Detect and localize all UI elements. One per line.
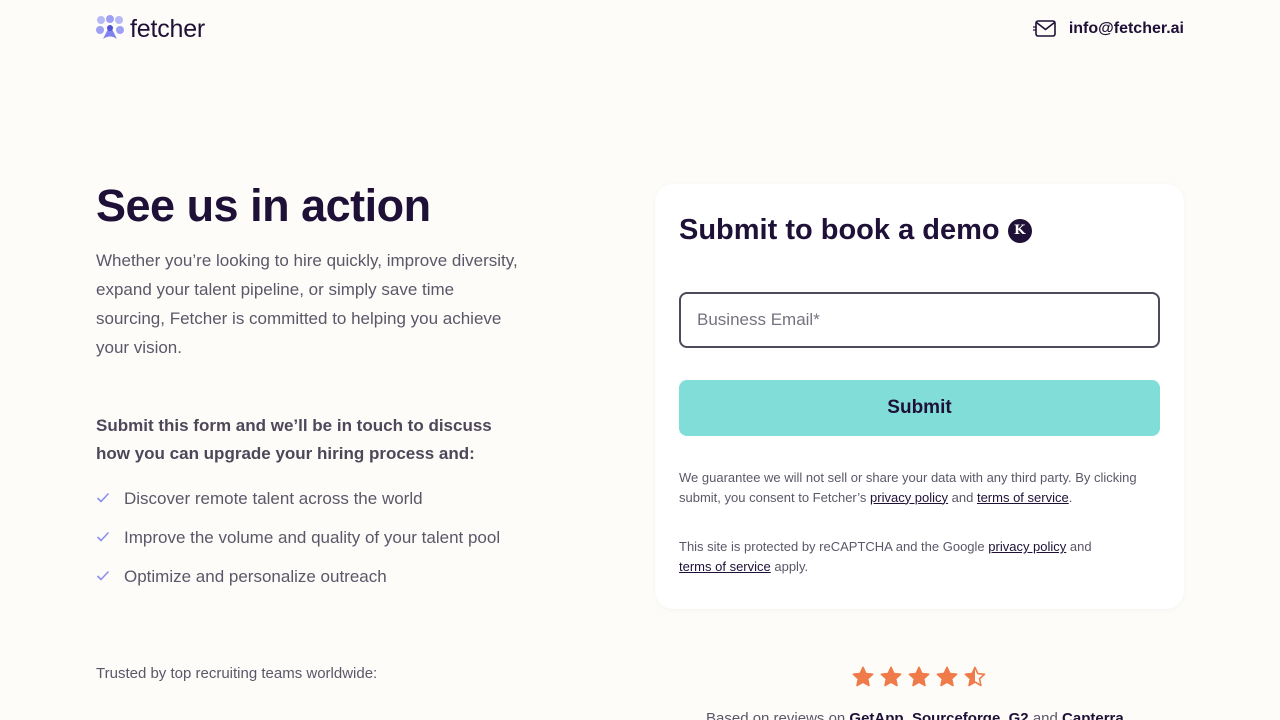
hero-description: Whether you’re looking to hire quickly, …: [96, 251, 518, 357]
star-full-icon: [852, 666, 874, 687]
star-half-icon: [964, 666, 986, 687]
fetcher-logo-icon: [96, 15, 124, 39]
form-title: Submit to book a demo K: [679, 214, 1032, 247]
form-intro: Submit this form and we’ll be in touch t…: [96, 416, 492, 463]
check-icon: [96, 570, 110, 581]
consent-period: .: [1068, 489, 1073, 505]
check-icon: [96, 531, 110, 542]
google-privacy-link[interactable]: privacy policy: [988, 539, 1066, 554]
reviews-separator: ,: [1000, 710, 1009, 720]
google-terms-link[interactable]: terms of service: [679, 559, 771, 574]
brand-logo[interactable]: fetcher: [96, 15, 205, 44]
brand-name: fetcher: [130, 14, 206, 43]
reviews-prefix: Based on reviews on: [706, 710, 850, 720]
review-source-g2[interactable]: G2: [1009, 710, 1029, 720]
reviews-separator: ,: [903, 710, 912, 720]
review-source-sourceforge[interactable]: Sourceforge: [912, 710, 1000, 720]
recaptcha-suffix: apply.: [770, 558, 809, 574]
benefit-item: Optimize and personalize outreach: [96, 562, 526, 591]
privacy-policy-link[interactable]: privacy policy: [870, 490, 948, 505]
demo-form-card: Submit to book a demo K Submit We guaran…: [655, 184, 1184, 609]
contact-email-text: info@fetcher.ai: [1068, 20, 1184, 37]
benefit-text: Discover remote talent across the world: [124, 489, 423, 508]
reviews-separator: and: [1028, 710, 1063, 720]
consent-and: and: [948, 489, 977, 505]
hero-section: See us in action Whether you’re looking …: [96, 180, 526, 601]
recaptcha-and: and: [1066, 539, 1092, 554]
review-source-capterra[interactable]: Capterra: [1062, 710, 1124, 720]
check-icon: [96, 492, 110, 503]
recaptcha-prefix: This site is protected by reCAPTCHA and …: [679, 539, 989, 554]
submit-button[interactable]: Submit: [679, 380, 1160, 436]
consent-text: We guarantee we will not sell or share y…: [679, 468, 1160, 507]
benefits-list: Discover remote talent across the world …: [96, 484, 526, 591]
star-full-icon: [908, 666, 930, 687]
benefit-text: Optimize and personalize outreach: [124, 567, 387, 586]
recaptcha-notice: This site is protected by reCAPTCHA and …: [679, 537, 1160, 576]
star-full-icon: [936, 666, 958, 687]
benefit-item: Discover remote talent across the world: [96, 484, 526, 513]
mail-icon: [1032, 20, 1056, 37]
terms-of-service-link[interactable]: terms of service: [977, 490, 1069, 505]
page-title: See us in action: [96, 180, 431, 231]
rating-stars: [852, 666, 986, 688]
benefit-item: Improve the volume and quality of your t…: [96, 523, 526, 552]
trusted-by-text: Trusted by top recruiting teams worldwid…: [96, 665, 378, 682]
benefit-text: Improve the volume and quality of your t…: [124, 528, 501, 547]
review-source-getapp[interactable]: GetApp: [849, 710, 903, 720]
form-title-text: Submit to book a demo: [679, 214, 1000, 246]
reviews-source-text: Based on reviews on GetApp, Sourceforge,…: [706, 710, 1124, 720]
star-full-icon: [880, 666, 902, 687]
business-email-field[interactable]: [679, 292, 1160, 348]
site-header: fetcher info@fetcher.ai: [96, 14, 1184, 44]
contact-email-link[interactable]: info@fetcher.ai: [1032, 19, 1184, 39]
badge-icon: K: [1007, 218, 1032, 243]
